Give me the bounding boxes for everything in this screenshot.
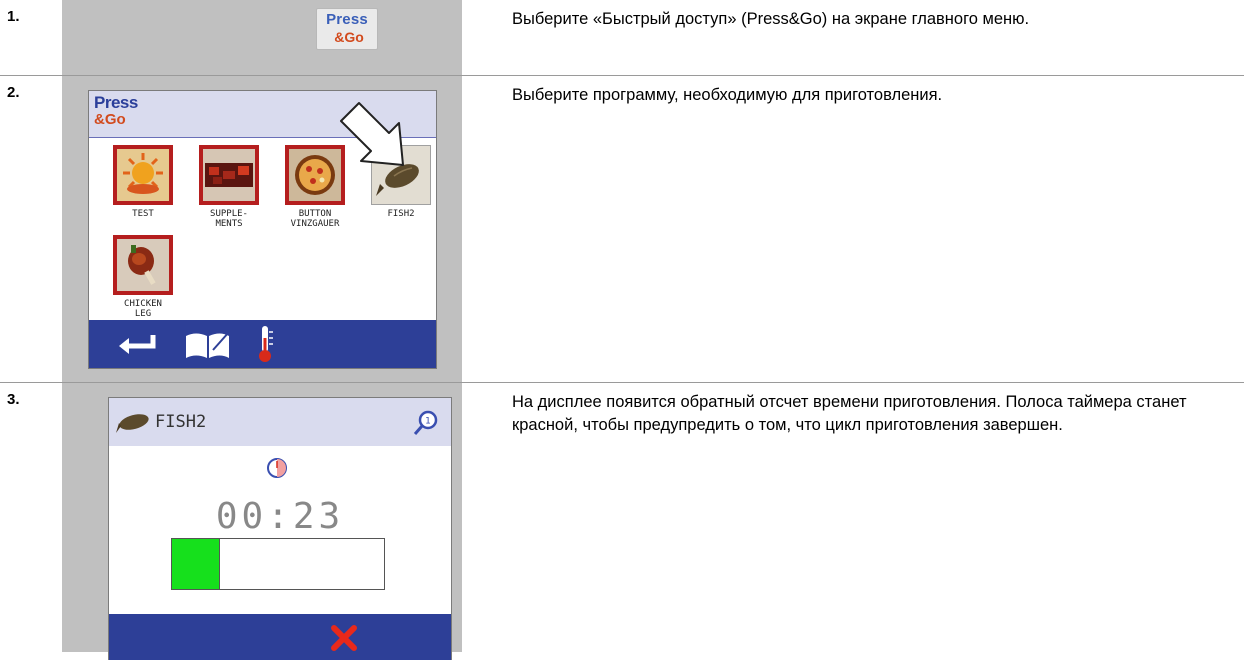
step-image-cell: Press &Go	[62, 0, 462, 75]
magnifier-icon[interactable]: 1	[411, 408, 441, 438]
logo-line-go: &Go	[334, 29, 364, 45]
program-tile-test[interactable]	[113, 145, 173, 205]
step-image-cell: Press &Go TEST SUPPLE- MENTS BUTTON VINZ…	[62, 76, 462, 382]
step-description: Выберите программу, необходимую для приг…	[512, 86, 943, 104]
program-label: BUTTON VINZGAUER	[290, 209, 340, 229]
program-tile-supplements[interactable]	[199, 145, 259, 205]
step-number: 1.	[7, 8, 20, 25]
press-go-logo: Press &Go	[316, 8, 378, 50]
back-arrow-icon[interactable]	[115, 332, 157, 358]
header-go: &Go	[94, 111, 126, 128]
program-tile-button-vinzgauer[interactable]	[285, 145, 345, 205]
step-image-cell: FISH2 1 00:23	[62, 383, 462, 660]
screen-footer	[89, 320, 436, 368]
step-number: 2.	[7, 84, 20, 101]
cancel-icon[interactable]	[330, 624, 358, 652]
step-1-row: 1. Press &Go Выберите «Быстрый доступ» (…	[0, 0, 1244, 75]
screen-header: FISH2 1	[109, 398, 451, 446]
logo-line-press: Press	[326, 11, 368, 28]
step-2-row: 2. Press &Go TEST SUPPLE- MENTS BUTTON V…	[0, 76, 1244, 382]
chicken-leg-icon	[128, 245, 156, 285]
program-tile-chicken-leg[interactable]	[113, 235, 173, 295]
timer-screen: FISH2 1 00:23	[108, 397, 452, 660]
book-icon[interactable]	[183, 328, 233, 360]
program-label: TEST	[132, 209, 154, 219]
clock-icon	[267, 458, 287, 478]
pointer-arrow-icon	[340, 102, 404, 166]
program-title: FISH2	[155, 412, 207, 432]
step-number: 3.	[7, 391, 20, 408]
countdown-timer: 00:23	[215, 496, 345, 537]
step-3-row: 3. FISH2 1 00:23 На дисплее появится обр…	[0, 383, 1244, 660]
progress-bar-fill	[172, 539, 220, 589]
fish-icon	[116, 414, 149, 433]
pizza-icon	[295, 155, 335, 195]
svg-text:1: 1	[425, 417, 431, 427]
header-press: Press	[94, 93, 138, 112]
program-list-screen: Press &Go TEST SUPPLE- MENTS BUTTON VINZ…	[88, 90, 437, 369]
step-description: Выберите «Быстрый доступ» (Press&Go) на …	[512, 10, 1030, 28]
step-description: На дисплее появится обратный отсчет врем…	[512, 393, 1187, 434]
program-label: CHICKEN LEG	[124, 299, 162, 319]
program-label: FISH2	[387, 209, 415, 219]
progress-bar	[171, 538, 385, 590]
program-label: SUPPLE- MENTS	[210, 209, 248, 229]
supplements-icon	[205, 163, 253, 187]
screen-footer	[109, 614, 451, 660]
sun-icon	[123, 153, 163, 194]
thermometer-icon[interactable]	[255, 324, 275, 364]
